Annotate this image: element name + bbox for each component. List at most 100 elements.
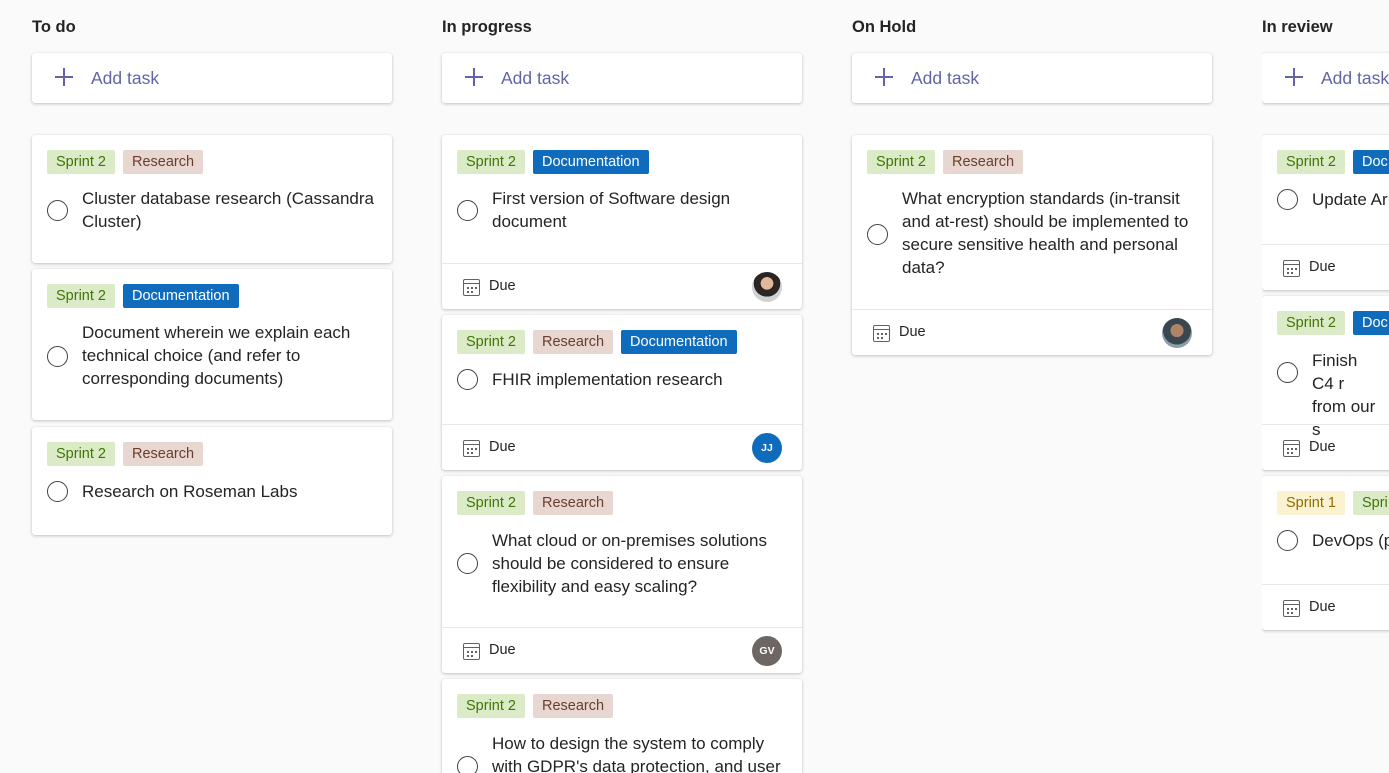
task-card[interactable]: Sprint 2 Doc Finish C4 r from our s Due bbox=[1262, 296, 1389, 470]
tag-list: Sprint 2 Doc bbox=[1277, 150, 1389, 174]
complete-checkbox-icon[interactable] bbox=[457, 756, 478, 773]
label-research: Research bbox=[942, 150, 1024, 174]
plus-icon bbox=[874, 67, 894, 87]
task-title: DevOps (p bbox=[1312, 531, 1389, 550]
due-date[interactable]: Due bbox=[489, 278, 516, 294]
task-title: Research on Roseman Labs bbox=[82, 482, 298, 501]
complete-checkbox-icon[interactable] bbox=[1277, 189, 1298, 210]
complete-checkbox-icon[interactable] bbox=[457, 553, 478, 574]
label-documentation: Documentation bbox=[532, 150, 649, 174]
avatar[interactable] bbox=[752, 272, 782, 302]
tag-list: Sprint 1 Spri bbox=[1277, 491, 1389, 515]
task-card[interactable]: Sprint 2 Research What encryption standa… bbox=[852, 135, 1212, 355]
label-documentation: Doc bbox=[1352, 150, 1389, 174]
tag-list: Sprint 2 Research bbox=[47, 150, 204, 174]
complete-checkbox-icon[interactable] bbox=[47, 346, 68, 367]
card-footer: Due bbox=[852, 309, 1212, 355]
label-research: Research bbox=[532, 491, 614, 515]
tag-list: Sprint 2 Research Documentation bbox=[457, 330, 737, 354]
add-task-button[interactable]: Add task bbox=[442, 53, 802, 103]
avatar[interactable]: GV bbox=[752, 636, 782, 666]
label-sprint: Spri bbox=[1352, 491, 1389, 515]
due-date[interactable]: Due bbox=[1309, 599, 1336, 615]
label-sprint-2: Sprint 2 bbox=[47, 442, 115, 466]
label-documentation: Documentation bbox=[122, 284, 239, 308]
card-footer: Due bbox=[442, 263, 802, 309]
label-sprint-2: Sprint 2 bbox=[457, 330, 525, 354]
label-sprint-2: Sprint 2 bbox=[457, 150, 525, 174]
tag-list: Sprint 2 Documentation bbox=[457, 150, 649, 174]
label-sprint-2: Sprint 2 bbox=[867, 150, 935, 174]
avatar[interactable] bbox=[1162, 318, 1192, 348]
card-footer: Due bbox=[1262, 244, 1389, 290]
card-footer: Due bbox=[1262, 584, 1389, 630]
label-sprint-2: Sprint 2 bbox=[1277, 311, 1345, 335]
column-title: To do bbox=[32, 18, 76, 36]
due-date[interactable]: Due bbox=[489, 642, 516, 658]
add-task-label: Add task bbox=[501, 68, 570, 88]
card-footer: Due GV bbox=[442, 627, 802, 673]
label-sprint-2: Sprint 2 bbox=[457, 694, 525, 718]
add-task-label: Add task bbox=[1321, 68, 1389, 88]
label-sprint-2: Sprint 2 bbox=[1277, 150, 1345, 174]
task-card[interactable]: Sprint 2 Research How to design the syst… bbox=[442, 679, 802, 773]
task-card[interactable]: Sprint 2 Doc Update Ar Due bbox=[1262, 135, 1389, 290]
tag-list: Sprint 2 Research bbox=[47, 442, 204, 466]
add-task-button[interactable]: Add task bbox=[852, 53, 1212, 103]
card-footer: Due JJ bbox=[442, 424, 802, 470]
tag-list: Sprint 2 Documentation bbox=[47, 284, 239, 308]
column-title: In progress bbox=[442, 18, 532, 36]
complete-checkbox-icon[interactable] bbox=[457, 369, 478, 390]
add-task-button[interactable]: Add task bbox=[32, 53, 392, 103]
complete-checkbox-icon[interactable] bbox=[1277, 530, 1298, 551]
plus-icon bbox=[464, 67, 484, 87]
label-sprint-1: Sprint 1 bbox=[1277, 491, 1345, 515]
tag-list: Sprint 2 Research bbox=[457, 491, 614, 515]
calendar-icon bbox=[1283, 440, 1300, 457]
column-title: In review bbox=[1262, 18, 1333, 36]
task-card[interactable]: Sprint 2 Documentation First version of … bbox=[442, 135, 802, 309]
task-card[interactable]: Sprint 2 Research What cloud or on-premi… bbox=[442, 476, 802, 673]
task-title: What cloud or on-premises solutions shou… bbox=[492, 531, 767, 596]
card-footer: Due bbox=[1262, 424, 1389, 470]
calendar-icon bbox=[873, 325, 890, 342]
label-sprint-2: Sprint 2 bbox=[47, 150, 115, 174]
calendar-icon bbox=[1283, 260, 1300, 277]
avatar[interactable]: JJ bbox=[752, 433, 782, 463]
tag-list: Sprint 2 Doc bbox=[1277, 311, 1389, 335]
task-title: How to design the system to comply with … bbox=[492, 734, 781, 773]
column-title: On Hold bbox=[852, 18, 917, 36]
calendar-icon bbox=[463, 643, 480, 660]
complete-checkbox-icon[interactable] bbox=[47, 200, 68, 221]
label-research: Research bbox=[122, 442, 204, 466]
planner-board: To do Add task Sprint 2 Research Cluster… bbox=[0, 0, 1389, 773]
add-task-button[interactable]: Add task bbox=[1262, 53, 1389, 103]
due-date[interactable]: Due bbox=[1309, 439, 1336, 455]
complete-checkbox-icon[interactable] bbox=[457, 200, 478, 221]
add-task-label: Add task bbox=[91, 68, 160, 88]
due-date[interactable]: Due bbox=[899, 324, 926, 340]
plus-icon bbox=[54, 67, 74, 87]
complete-checkbox-icon[interactable] bbox=[47, 481, 68, 502]
task-card[interactable]: Sprint 2 Documentation Document wherein … bbox=[32, 269, 392, 420]
calendar-icon bbox=[1283, 600, 1300, 617]
task-card[interactable]: Sprint 1 Spri DevOps (p Due bbox=[1262, 476, 1389, 630]
label-documentation: Documentation bbox=[621, 330, 737, 354]
due-date[interactable]: Due bbox=[1309, 259, 1336, 275]
task-card[interactable]: Sprint 2 Research Cluster database resea… bbox=[32, 135, 392, 263]
task-title: First version of Software design documen… bbox=[492, 189, 731, 231]
label-sprint-2: Sprint 2 bbox=[457, 491, 525, 515]
complete-checkbox-icon[interactable] bbox=[1277, 362, 1298, 383]
label-research: Research bbox=[122, 150, 204, 174]
calendar-icon bbox=[463, 279, 480, 296]
due-date[interactable]: Due bbox=[489, 439, 516, 455]
tag-list: Sprint 2 Research bbox=[457, 694, 614, 718]
task-card[interactable]: Sprint 2 Research Documentation FHIR imp… bbox=[442, 315, 802, 470]
label-research: Research bbox=[532, 330, 614, 354]
calendar-icon bbox=[463, 440, 480, 457]
label-sprint-2: Sprint 2 bbox=[47, 284, 115, 308]
add-task-label: Add task bbox=[911, 68, 980, 88]
complete-checkbox-icon[interactable] bbox=[867, 224, 888, 245]
task-card[interactable]: Sprint 2 Research Research on Roseman La… bbox=[32, 427, 392, 535]
task-title: What encryption standards (in-transit an… bbox=[902, 189, 1189, 277]
